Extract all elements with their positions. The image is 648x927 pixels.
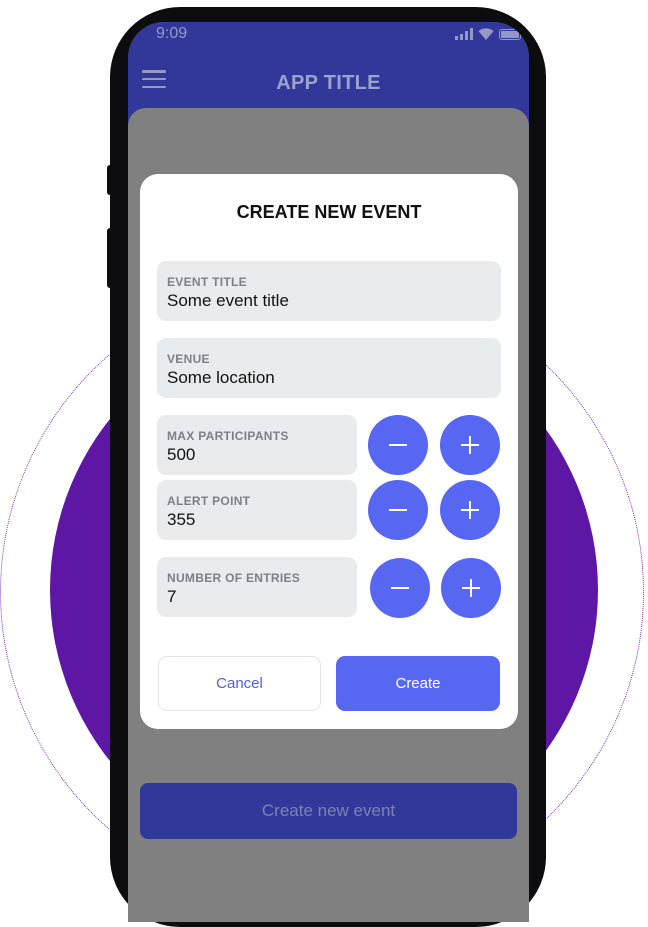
alert-point-decrement-button[interactable] — [368, 480, 428, 540]
alert-point-label: ALERT POINT — [167, 494, 251, 508]
max-participants-value: 500 — [167, 445, 196, 464]
create-new-event-button[interactable]: Create new event — [140, 783, 517, 839]
alert-point-field[interactable]: ALERT POINT 355 — [157, 480, 357, 540]
number-of-entries-value: 7 — [167, 587, 177, 606]
event-title-field[interactable]: EVENT TITLE Some event title — [157, 261, 501, 321]
number-of-entries-decrement-button[interactable] — [370, 558, 430, 618]
max-participants-field[interactable]: MAX PARTICIPANTS 500 — [157, 415, 357, 475]
create-event-dialog: CREATE NEW EVENT EVENT TITLE Some event … — [140, 174, 518, 729]
plus-icon — [462, 579, 480, 597]
plus-icon — [461, 501, 479, 519]
venue-field[interactable]: VENUE Some location — [157, 338, 501, 398]
minus-icon — [389, 444, 407, 446]
battery-icon — [499, 29, 521, 40]
number-of-entries-field[interactable]: NUMBER OF ENTRIES 7 — [157, 557, 357, 617]
venue-label: VENUE — [167, 352, 210, 366]
status-time: 9:09 — [156, 25, 188, 42]
max-participants-decrement-button[interactable] — [368, 415, 428, 475]
event-title-label: EVENT TITLE — [167, 275, 247, 289]
plus-icon — [461, 436, 479, 454]
max-participants-label: MAX PARTICIPANTS — [167, 429, 289, 443]
status-icons — [455, 28, 521, 40]
max-participants-increment-button[interactable] — [440, 415, 500, 475]
signal-icon — [455, 28, 473, 40]
minus-icon — [391, 587, 409, 589]
dialog-title: CREATE NEW EVENT — [236, 202, 422, 222]
minus-icon — [389, 509, 407, 511]
venue-value: Some location — [167, 368, 275, 387]
event-title-value: Some event title — [167, 291, 289, 310]
app-title: APP TITLE — [276, 72, 381, 94]
create-button[interactable]: Create — [336, 656, 500, 711]
number-of-entries-label: NUMBER OF ENTRIES — [167, 571, 301, 585]
alert-point-increment-button[interactable] — [440, 480, 500, 540]
number-of-entries-increment-button[interactable] — [441, 558, 501, 618]
cancel-button[interactable]: Cancel — [158, 656, 321, 711]
alert-point-value: 355 — [167, 510, 196, 529]
wifi-icon — [478, 28, 494, 40]
